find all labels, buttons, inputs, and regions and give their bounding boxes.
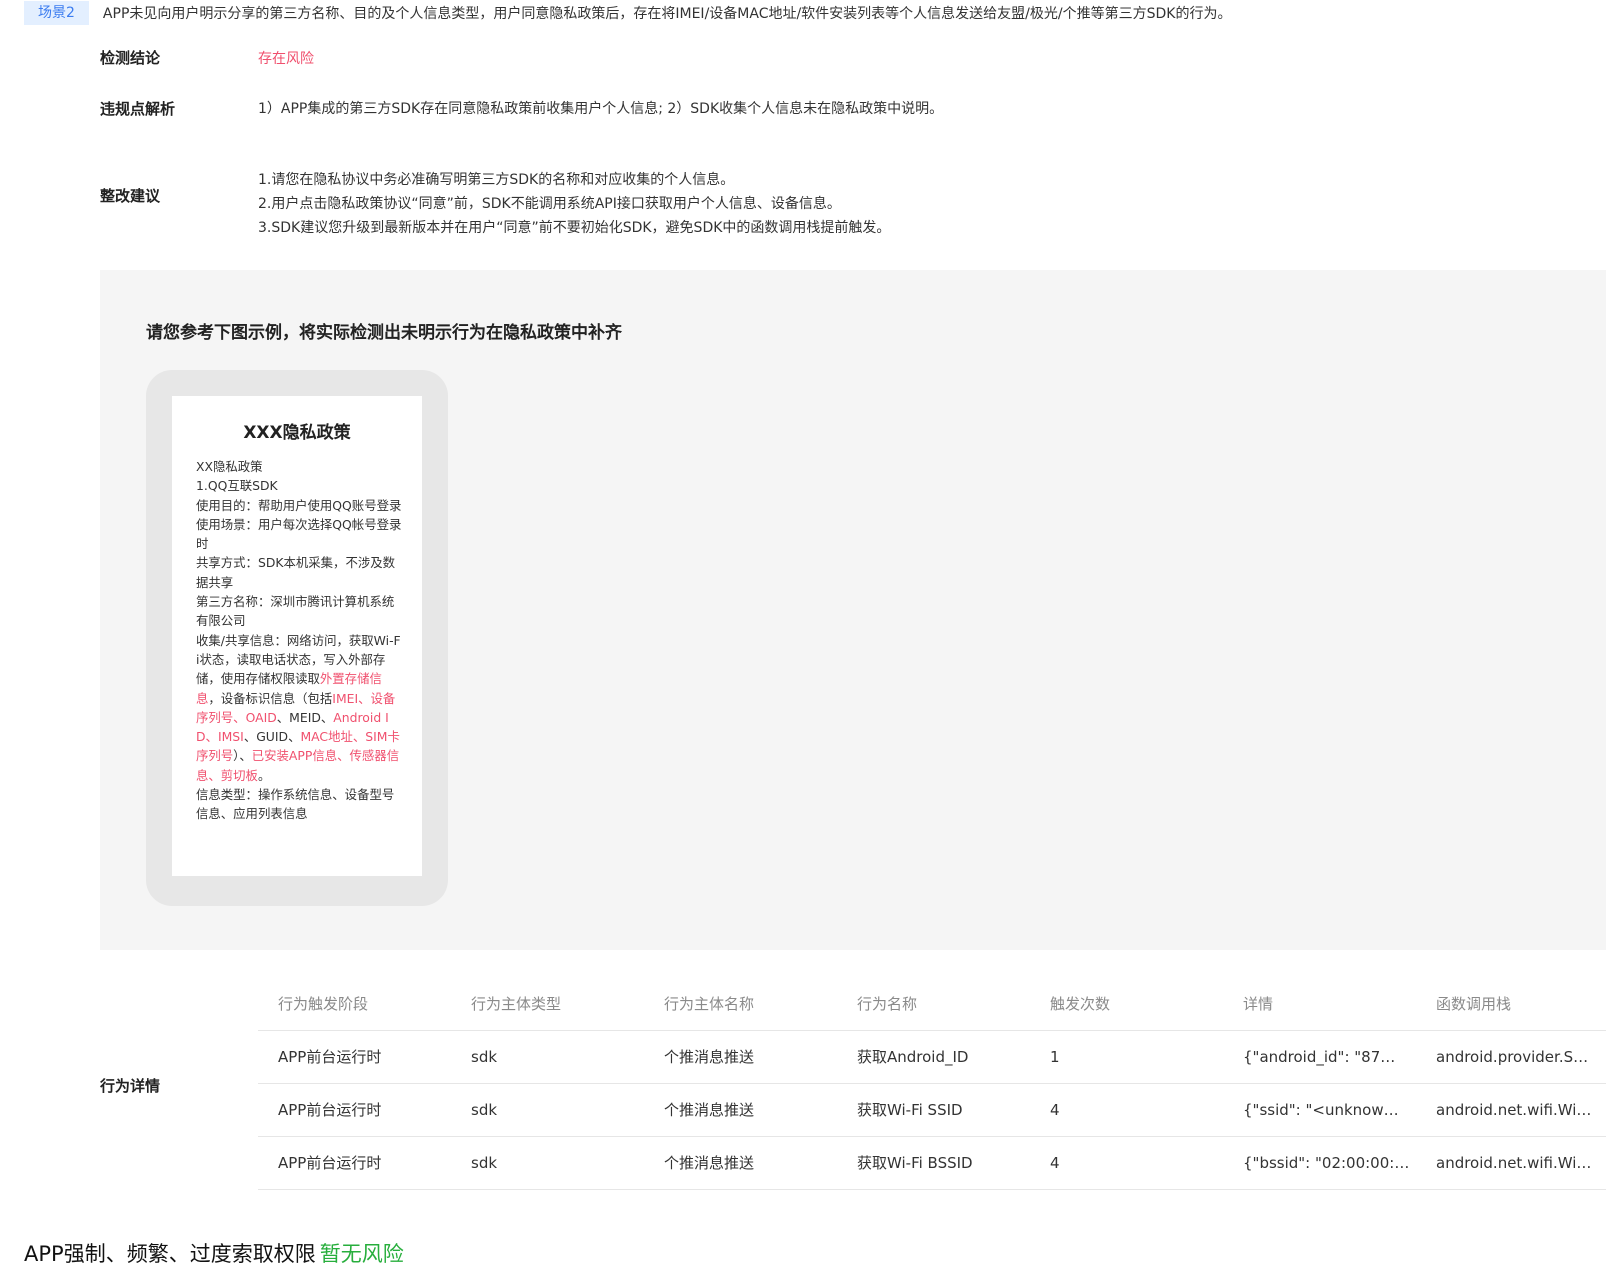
example-panel: 请您参考下图示例，将实际检测出未明示行为在隐私政策中补齐 XXX隐私政策 XX隐… <box>100 270 1606 950</box>
table-cell: APP前台运行时 <box>258 1030 451 1084</box>
analysis-label: 违规点解析 <box>100 100 176 118</box>
scene-row: 场景2 APP未见向用户明示分享的第三方名称、目的及个人信息类型，用户同意隐私政… <box>24 0 1231 26</box>
policy-separator: 、 <box>205 729 218 745</box>
section-title: APP强制、频繁、过度索取权限 <box>24 1242 316 1266</box>
policy-line: 信息类型：操作系统信息、设备型号信息、应用列表信息 <box>196 787 395 822</box>
table-cell: 获取Wi-Fi SSID <box>837 1083 1030 1137</box>
table-row: APP前台运行时 sdk 个推消息推送 获取Wi-Fi SSID 4 {"ssi… <box>258 1083 1606 1137</box>
table-cell: APP前台运行时 <box>258 1083 451 1137</box>
scene-tag: 场景2 <box>24 1 89 25</box>
column-header: 行为名称 <box>837 978 1030 1031</box>
table-header-row: 行为触发阶段 行为主体类型 行为主体名称 行为名称 触发次数 详情 函数调用栈 <box>258 978 1606 1031</box>
suggestion-line: 1.请您在隐私协议中务必准确写明第三方SDK的名称和对应收集的个人信息。 <box>258 172 735 188</box>
table-cell: android.net.wifi.Wi… <box>1416 1083 1606 1137</box>
table-cell: android.provider.S… <box>1416 1030 1606 1084</box>
scene-description: APP未见向用户明示分享的第三方名称、目的及个人信息类型，用户同意隐私政策后，存… <box>102 6 1232 22</box>
table-cell: {"android_id": "87… <box>1223 1030 1416 1084</box>
table-cell: 4 <box>1030 1136 1223 1190</box>
table-cell: 获取Android_ID <box>837 1030 1030 1084</box>
details-table-wrap: 行为触发阶段 行为主体类型 行为主体名称 行为名称 触发次数 详情 函数调用栈 … <box>258 978 1606 1190</box>
policy-collected-info: 收集/共享信息：网络访问，获取Wi-Fi状态，读取电话状态，写入外部存储，使用存… <box>196 631 402 785</box>
table-row: APP前台运行时 sdk 个推消息推送 获取Wi-Fi BSSID 4 {"bs… <box>258 1136 1606 1190</box>
policy-line: 共享方式：SDK本机采集，不涉及数据共享 <box>196 555 396 590</box>
permissions-section-heading: APP强制、频繁、过度索取权限 暂无风险 <box>24 1238 404 1268</box>
table-cell: 获取Wi-Fi BSSID <box>837 1136 1030 1190</box>
policy-text: ，设备标识信息（包括 <box>208 690 333 706</box>
table-cell: APP前台运行时 <box>258 1136 451 1190</box>
table-row: APP前台运行时 sdk 个推消息推送 获取Android_ID 1 {"and… <box>258 1030 1606 1084</box>
policy-title: XXX隐私政策 <box>243 423 351 443</box>
table-cell: {"bssid": "02:00:00:… <box>1223 1136 1416 1190</box>
suggestion-line: 2.用户点击隐私政策协议“同意”前，SDK不能调用系统API接口获取用户个人信息… <box>258 196 841 212</box>
table-cell: 个推消息推送 <box>644 1030 837 1084</box>
column-header: 详情 <box>1223 978 1416 1031</box>
column-header: 行为主体名称 <box>644 978 837 1031</box>
column-header: 行为主体类型 <box>451 978 644 1031</box>
conclusion-value: 存在风险 <box>258 51 314 67</box>
table-cell: sdk <box>451 1030 644 1084</box>
table-cell: 1 <box>1030 1030 1223 1084</box>
policy-highlight: IMSI <box>217 729 244 745</box>
policy-body: XX隐私政策 1.QQ互联SDK 使用目的：帮助用户使用QQ账号登录 使用场景：… <box>196 457 402 824</box>
table-cell: {"ssid": "<unknow… <box>1223 1083 1416 1137</box>
column-header: 函数调用栈 <box>1416 978 1606 1031</box>
suggestion-list: 1.请您在隐私协议中务必准确写明第三方SDK的名称和对应收集的个人信息。 2.用… <box>258 168 890 240</box>
policy-separator: 、 <box>208 767 221 783</box>
suggestion-label: 整改建议 <box>100 187 161 205</box>
table-cell: sdk <box>451 1083 644 1137</box>
policy-line: 1.QQ互联SDK <box>196 478 278 494</box>
policy-highlight: MAC地址 <box>300 729 353 745</box>
policy-separator: 、 <box>233 709 246 725</box>
table-cell: 个推消息推送 <box>644 1136 837 1190</box>
policy-highlight: 已安装APP信息 <box>251 748 338 764</box>
policy-line: XX隐私政策 <box>196 459 263 474</box>
section-status: 暂无风险 <box>319 1242 404 1266</box>
phone-screen: XXX隐私政策 XX隐私政策 1.QQ互联SDK 使用目的：帮助用户使用QQ账号… <box>172 396 422 876</box>
details-label: 行为详情 <box>100 1077 161 1095</box>
policy-line: 使用目的：帮助用户使用QQ账号登录 <box>196 497 402 513</box>
table-cell: sdk <box>451 1136 644 1190</box>
policy-highlight: IMEI <box>332 690 359 706</box>
table-cell: android.net.wifi.Wi… <box>1416 1136 1606 1190</box>
policy-separator: 、 <box>352 729 366 745</box>
policy-text: 、GUID、 <box>243 729 301 745</box>
column-header: 行为触发阶段 <box>258 978 451 1031</box>
policy-separator: 、 <box>358 690 371 706</box>
policy-separator: 、 <box>337 748 350 764</box>
table-cell: 个推消息推送 <box>644 1083 837 1137</box>
policy-highlight: OAID <box>245 709 277 725</box>
policy-highlight: 剪切板 <box>220 767 258 783</box>
policy-text: 。 <box>257 767 271 783</box>
details-table: 行为触发阶段 行为主体类型 行为主体名称 行为名称 触发次数 详情 函数调用栈 … <box>258 978 1606 1190</box>
table-cell: 4 <box>1030 1083 1223 1137</box>
example-title: 请您参考下图示例，将实际检测出未明示行为在隐私政策中补齐 <box>146 323 622 343</box>
suggestion-line: 3.SDK建议您升级到最新版本并在用户“同意”前不要初始化SDK，避免SDK中的… <box>258 220 891 236</box>
policy-text: 、MEID、 <box>276 709 334 725</box>
conclusion-label: 检测结论 <box>100 49 161 67</box>
analysis-value: 1）APP集成的第三方SDK存在同意隐私政策前收集用户个人信息; 2）SDK收集… <box>258 101 944 117</box>
column-header: 触发次数 <box>1030 978 1223 1031</box>
policy-line: 使用场景：用户每次选择QQ帐号登录时 <box>196 516 402 552</box>
phone-mockup: XXX隐私政策 XX隐私政策 1.QQ互联SDK 使用目的：帮助用户使用QQ账号… <box>146 370 448 906</box>
policy-text: ）、 <box>233 748 252 764</box>
policy-line: 第三方名称：深圳市腾讯计算机系统有限公司 <box>196 594 395 629</box>
